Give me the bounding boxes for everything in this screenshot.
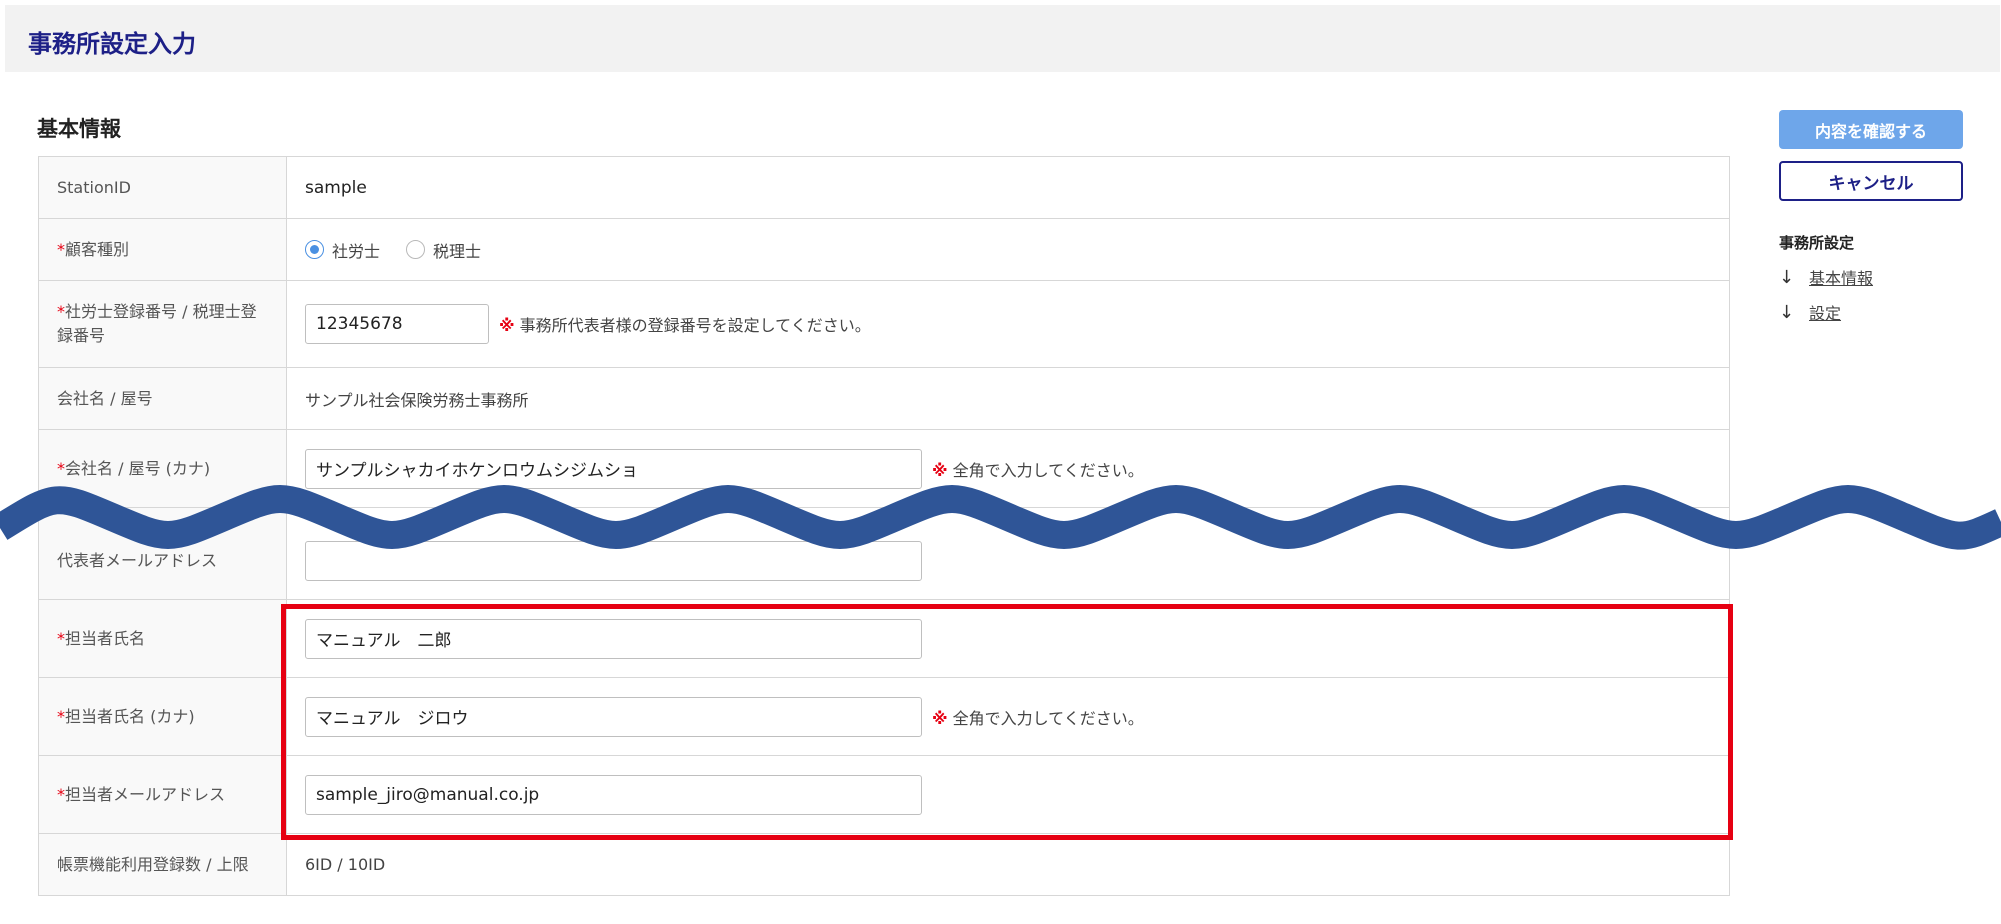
customer-type-radio-group: 社労士 税理士 [305,238,1711,262]
cancel-button[interactable]: キャンセル [1779,161,1963,201]
form-row-customer-type: *顧客種別 社労士 税理士 [38,218,1730,281]
form-row-contact-name: *担当者氏名 [38,599,1730,678]
contact-email-input[interactable] [305,774,922,815]
form-row-rep-email: 代表者メールアドレス [38,507,1730,600]
form-usage-value: 6ID / 10ID [305,854,386,874]
required-mark: * [57,458,65,478]
form-row-contact-kana: *担当者氏名 (カナ) ※ 全角で入力してください。 [38,677,1730,756]
label-contact-email: *担当者メールアドレス [38,755,287,834]
station-id-value: sample [305,177,367,198]
page-title: 事務所設定入力 [28,30,196,58]
form-row-form-usage: 帳票機能利用登録数 / 上限 6ID / 10ID [38,833,1730,896]
label-text: 顧客種別 [65,239,130,259]
radio-zeirishi-label[interactable]: 税理士 [433,238,481,262]
arrow-down-icon: ↓ [1779,266,1795,288]
required-mark: * [57,706,65,726]
required-mark: * [57,784,65,804]
sidebar-link-settings[interactable]: ↓ 設定 [1779,300,1841,324]
label-text: StationID [57,177,131,197]
form-row-company-name: 会社名 / 屋号 サンプル社会保険労務士事務所 [38,367,1730,430]
sidebar-link-label[interactable]: 設定 [1809,300,1841,324]
contact-name-input[interactable] [305,618,922,659]
company-kana-hint: ※ 全角で入力してください。 [932,457,1144,481]
label-text: 会社名 / 屋号 [57,388,153,408]
confirm-button[interactable]: 内容を確認する [1779,110,1963,149]
company-kana-input[interactable] [305,448,922,489]
sidebar-link-label[interactable]: 基本情報 [1809,265,1873,289]
label-station-id: StationID [38,156,287,219]
label-reg-number: *社労士登録番号 / 税理士登録番号 [38,280,287,368]
label-text: 担当者氏名 [65,628,146,648]
sidebar-heading: 事務所設定 [1779,234,1855,252]
radio-sharoushi[interactable] [305,240,324,259]
label-text: 担当者メールアドレス [65,784,226,804]
form-row-company-kana: *会社名 / 屋号 (カナ) ※ 全角で入力してください。 [38,429,1730,508]
label-text: 代表者メールアドレス [57,551,218,570]
hint-text: 全角で入力してください。 [952,708,1144,728]
required-mark: * [57,239,65,259]
label-company-kana: *会社名 / 屋号 (カナ) [38,429,287,508]
form-row-station-id: StationID sample [38,156,1730,219]
header-bar: 事務所設定入力 [5,5,2000,72]
reg-number-hint: ※ 事務所代表者様の登録番号を設定してください。 [499,312,871,336]
label-text: 担当者氏名 (カナ) [65,706,195,726]
hint-text: 事務所代表者様の登録番号を設定してください。 [519,316,871,335]
label-rep-email: 代表者メールアドレス [38,507,287,600]
sidebar-link-basic-info[interactable]: ↓ 基本情報 [1779,265,1873,289]
label-text: 社労士登録番号 / 税理士登録番号 [57,302,257,345]
radio-sharoushi-label[interactable]: 社労士 [332,238,380,262]
rep-email-input[interactable] [305,541,922,581]
label-customer-type: *顧客種別 [38,218,287,281]
hint-text: 全角で入力してください。 [952,460,1144,480]
hint-mark: ※ [499,316,515,335]
label-form-usage: 帳票機能利用登録数 / 上限 [38,833,287,896]
hint-mark: ※ [932,460,948,480]
company-name-value: サンプル社会保険労務士事務所 [305,390,529,410]
required-mark: * [57,302,65,321]
label-contact-kana: *担当者氏名 (カナ) [38,677,287,756]
radio-zeirishi[interactable] [406,240,426,259]
required-mark: * [57,628,65,648]
label-text: 会社名 / 屋号 (カナ) [65,458,211,478]
label-text: 帳票機能利用登録数 / 上限 [57,854,249,874]
section-title: 基本情報 [37,117,121,141]
arrow-down-icon: ↓ [1779,301,1795,323]
label-company-name: 会社名 / 屋号 [38,367,287,430]
hint-mark: ※ [932,708,948,728]
form-row-reg-number: *社労士登録番号 / 税理士登録番号 ※ 事務所代表者様の登録番号を設定してくだ… [38,280,1730,368]
contact-kana-input[interactable] [305,696,922,737]
settings-form-table: StationID sample *顧客種別 社労士 税理士 *社労士登録番号 … [38,156,1730,896]
contact-kana-hint: ※ 全角で入力してください。 [932,705,1144,729]
reg-number-input[interactable] [305,304,489,344]
label-contact-name: *担当者氏名 [38,599,287,678]
form-row-contact-email: *担当者メールアドレス [38,755,1730,834]
